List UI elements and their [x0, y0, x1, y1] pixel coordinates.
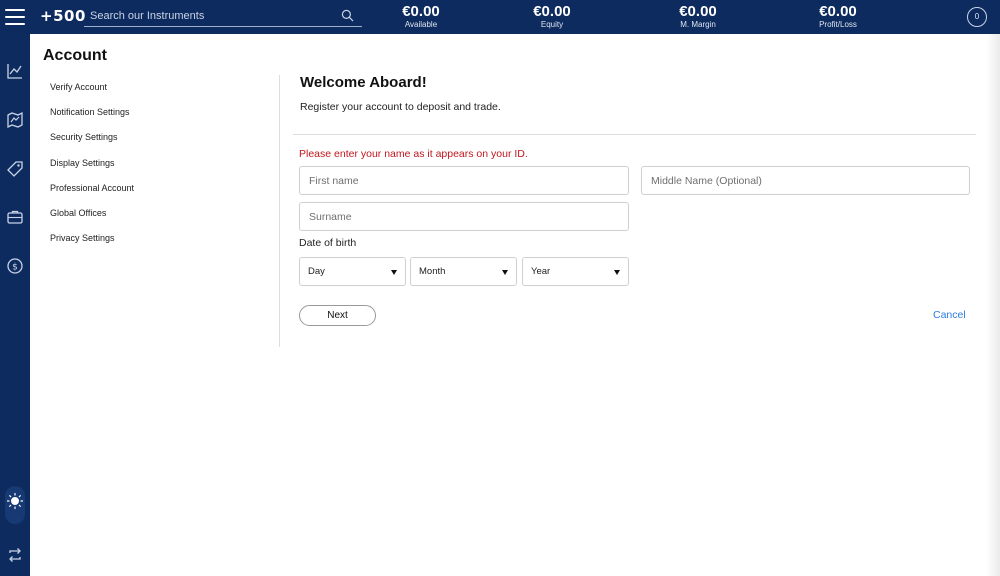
- form-subtitle: Register your account to deposit and tra…: [300, 101, 501, 113]
- menu-item-privacy-settings[interactable]: Privacy Settings: [50, 231, 134, 256]
- stat-label: Profit/Loss: [819, 20, 857, 29]
- tag-icon[interactable]: [6, 160, 24, 178]
- month-select[interactable]: Month: [410, 257, 517, 286]
- dollar-circle-icon[interactable]: $: [6, 257, 24, 275]
- page-title: Account: [43, 47, 107, 64]
- caret-down-icon: [502, 270, 508, 275]
- stat-equity: €0.00 Equity: [507, 3, 597, 30]
- search-icon[interactable]: [341, 9, 354, 22]
- id-name-warning: Please enter your name as it appears on …: [299, 148, 528, 160]
- first-name-input[interactable]: [300, 167, 628, 194]
- search-input[interactable]: [90, 8, 330, 24]
- svg-text:$: $: [12, 263, 18, 273]
- account-menu: Verify Account Notification Settings Sec…: [50, 80, 134, 256]
- surname-field: [299, 202, 629, 231]
- stat-available: €0.00 Available: [376, 3, 466, 30]
- surname-input[interactable]: [300, 203, 628, 230]
- sun-icon[interactable]: [6, 492, 24, 510]
- cancel-link[interactable]: Cancel: [933, 309, 966, 321]
- briefcase-icon[interactable]: [6, 208, 24, 226]
- dob-label: Date of birth: [299, 237, 357, 249]
- form-heading: Welcome Aboard!: [300, 74, 427, 91]
- year-select-value: Year: [531, 266, 551, 277]
- next-button[interactable]: Next: [299, 305, 376, 326]
- day-select-value: Day: [308, 266, 325, 277]
- stat-profit-loss: €0.00 Profit/Loss: [793, 3, 883, 30]
- first-name-field: [299, 166, 629, 195]
- vertical-divider: [279, 75, 280, 347]
- menu-item-security-settings[interactable]: Security Settings: [50, 130, 134, 155]
- stat-value: €0.00: [679, 3, 717, 20]
- left-rail: $: [0, 34, 30, 576]
- menu-item-verify-account[interactable]: Verify Account: [50, 80, 134, 105]
- stat-label: Equity: [540, 20, 564, 29]
- swap-icon[interactable]: [6, 546, 24, 564]
- stat-value: €0.00: [402, 3, 440, 20]
- right-edge-shadow: [986, 34, 1000, 576]
- stat-value: €0.00: [533, 3, 571, 20]
- top-bar: +500 €0.00 Available €0.00 Equity €0.00 …: [0, 0, 1000, 34]
- horizontal-divider: [293, 134, 976, 135]
- caret-down-icon: [391, 270, 397, 275]
- year-select[interactable]: Year: [522, 257, 629, 286]
- caret-down-icon: [614, 270, 620, 275]
- menu-item-display-settings[interactable]: Display Settings: [50, 156, 134, 181]
- menu-item-global-offices[interactable]: Global Offices: [50, 206, 134, 231]
- map-icon[interactable]: [6, 111, 24, 129]
- menu-item-professional-account[interactable]: Professional Account: [50, 181, 134, 206]
- menu-item-notification-settings[interactable]: Notification Settings: [50, 105, 134, 130]
- stat-value: €0.00: [819, 3, 857, 20]
- day-select[interactable]: Day: [299, 257, 406, 286]
- chart-icon[interactable]: [6, 62, 24, 80]
- logo[interactable]: +500: [40, 7, 86, 25]
- middle-name-input[interactable]: [642, 167, 969, 194]
- menu-icon[interactable]: [5, 9, 25, 25]
- stat-label: Available: [404, 20, 438, 29]
- middle-name-field: [641, 166, 970, 195]
- month-select-value: Month: [419, 266, 446, 277]
- stat-margin: €0.00 M. Margin: [653, 3, 743, 30]
- search-bar: [84, 5, 362, 27]
- stat-label: M. Margin: [680, 20, 716, 29]
- notification-badge[interactable]: 0: [967, 7, 987, 27]
